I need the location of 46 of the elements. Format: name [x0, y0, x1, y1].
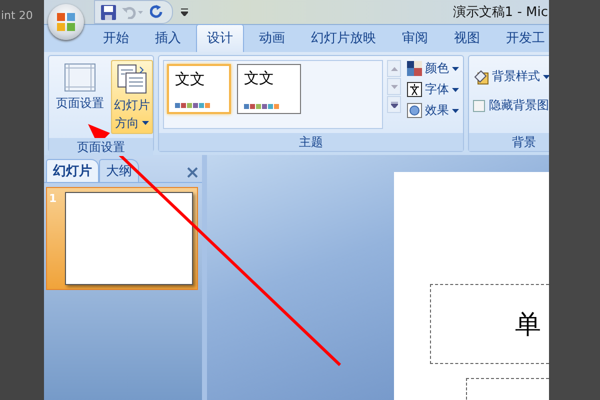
- group-label: 页面设置: [49, 138, 153, 156]
- pane-tab[interactable]: 幻灯片: [46, 159, 99, 182]
- redo-icon[interactable]: [150, 4, 164, 20]
- customize-dropdown-icon[interactable]: [181, 8, 188, 16]
- slide-number: 1: [49, 192, 58, 207]
- save-icon[interactable]: [101, 4, 116, 20]
- pane-tab[interactable]: 大纲: [99, 159, 139, 182]
- group-label: 主题: [159, 133, 463, 151]
- page-setup-button[interactable]: 页面设置: [53, 60, 107, 134]
- close-icon[interactable]: [187, 167, 198, 178]
- paint-bucket-icon: [473, 68, 489, 84]
- checkbox[interactable]: [473, 100, 485, 112]
- up-arrow-icon: [390, 66, 398, 70]
- ribbon-tab[interactable]: 动画: [248, 24, 296, 52]
- color-swatch-icon: [407, 61, 422, 76]
- window-title: 演示文稿1 - Mic: [452, 4, 549, 21]
- page-icon: [64, 63, 96, 93]
- caret-icon: [452, 66, 459, 70]
- theme-effects-button[interactable]: 效果: [407, 102, 459, 119]
- ribbon-tab[interactable]: 幻灯片放映: [300, 24, 387, 52]
- theme-thumbnail[interactable]: 文文: [167, 64, 231, 114]
- orientation-button[interactable]: 幻灯片 方向: [111, 60, 153, 134]
- theme-colors-button[interactable]: 颜色: [407, 60, 459, 77]
- ribbon-tab[interactable]: 开发工: [495, 24, 549, 52]
- caret-icon: [452, 88, 459, 92]
- ribbon-tab[interactable]: 审阅: [391, 24, 439, 52]
- effects-icon: [407, 103, 422, 118]
- more-button[interactable]: [387, 96, 401, 113]
- font-icon: [407, 82, 422, 97]
- theme-thumbnail[interactable]: 文文: [237, 64, 301, 114]
- slide-title: 单: [515, 308, 541, 342]
- caret-icon: [543, 74, 549, 78]
- checkbox-label: 隐藏背景图: [489, 97, 549, 114]
- caret-icon: [452, 108, 459, 112]
- ribbon-tab[interactable]: 开始: [92, 24, 140, 52]
- pages-icon: [116, 63, 148, 95]
- theme-fonts-button[interactable]: 字体: [407, 81, 459, 98]
- group-label: 背景: [469, 133, 549, 151]
- ribbon-tab[interactable]: 设计: [196, 24, 244, 52]
- down-arrow-icon: [390, 84, 398, 88]
- background-window-title: int 20: [1, 9, 34, 22]
- office-logo-icon: [56, 12, 76, 32]
- ribbon-tab[interactable]: 插入: [144, 24, 192, 52]
- more-icon: [390, 102, 398, 108]
- ribbon-tab[interactable]: 视图: [443, 24, 491, 52]
- scroll-up-button[interactable]: [387, 60, 401, 77]
